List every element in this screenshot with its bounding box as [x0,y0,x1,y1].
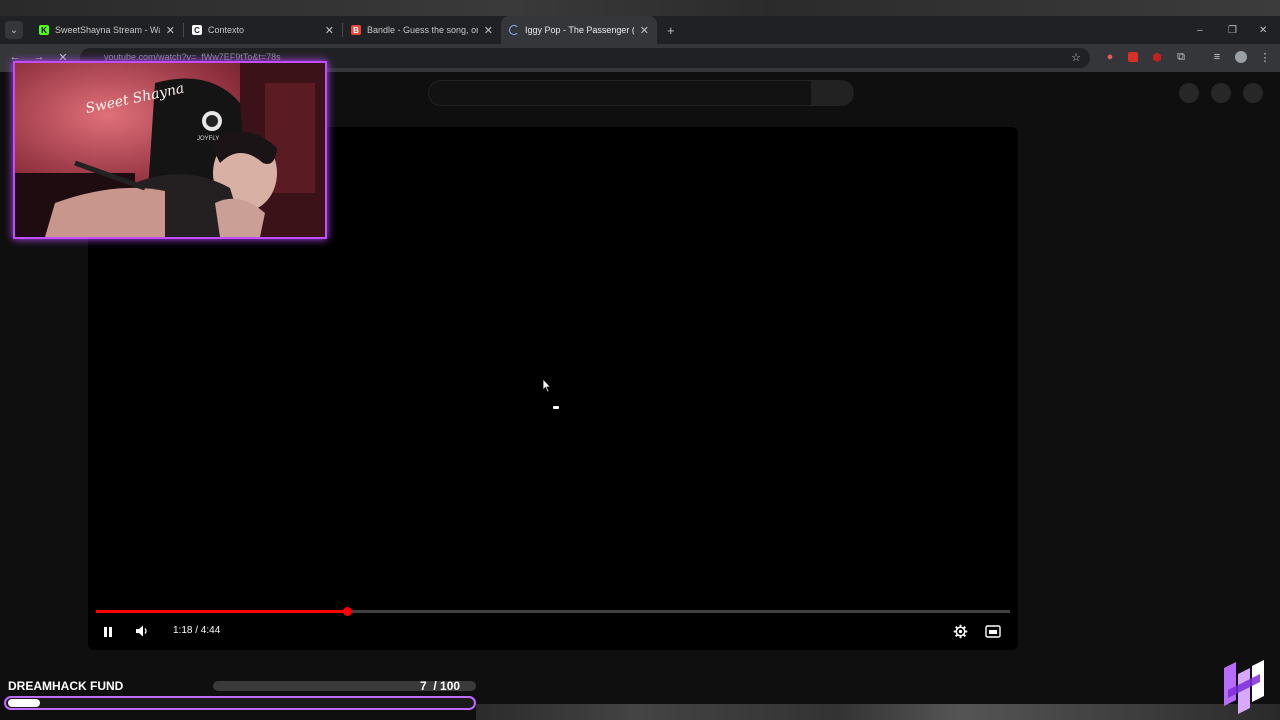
mouse-cursor-icon [542,378,552,393]
tab-close-icon[interactable]: ✕ [640,24,649,37]
theater-mode-button[interactable] [985,625,1001,638]
account-avatar[interactable] [1243,83,1263,103]
tab-sweetshayna[interactable]: K SweetShayna Stream - Watch L ✕ [31,16,183,44]
mute-button[interactable] [135,624,149,638]
fund-progress-bar [4,696,476,710]
loading-indicator [553,406,559,409]
extensions-puzzle-icon[interactable]: ⧉ [1174,50,1188,64]
youtube-search-button[interactable] [812,80,854,106]
bookmark-star-icon[interactable]: ☆ [1069,50,1083,64]
tab-close-icon[interactable]: ✕ [484,24,493,37]
fund-current: 7 [420,679,427,693]
tab-contexto[interactable]: C Contexto ✕ [184,16,342,44]
fund-progress-count: 7 / 100 [420,679,461,693]
bandle-favicon-icon: B [351,25,361,35]
tab-iggy-pop-active[interactable]: Iggy Pop - The Passenger (Offic ✕ [501,16,657,44]
tab-search-chevron-icon[interactable]: ⌄ [5,21,23,39]
notifications-icon[interactable] [1211,83,1231,103]
progress-scrubber-handle[interactable] [343,607,353,616]
fund-progress-fill [8,699,41,707]
tab-close-icon[interactable]: ✕ [325,24,334,37]
tab-label: SweetShayna Stream - Watch L [55,25,160,35]
volume-icon [136,625,147,637]
progress-bar-played [96,610,348,613]
theater-mode-icon [985,625,1001,638]
team-logo-icon [1224,660,1264,714]
media-controls-icon[interactable]: ≡ [1210,50,1224,64]
pause-button[interactable] [102,625,114,639]
loading-spinner-icon [509,25,519,35]
fund-goal: 100 [440,679,461,693]
settings-icon [953,624,968,639]
stream-overlay-bottom-strip [476,704,1280,720]
kick-favicon-icon: K [39,25,49,35]
browser-menu-kebab-icon[interactable]: ⋮ [1258,50,1272,64]
stream-screen: ⌄ K SweetShayna Stream - Watch L ✕ C Con… [0,0,1280,720]
fund-title: DREAMHACK FUND [8,679,124,693]
create-icon[interactable] [1179,83,1199,103]
browser-tab-strip: ⌄ K SweetShayna Stream - Watch L ✕ C Con… [0,16,1280,44]
chair-brand-text: JOYFLY [197,136,219,142]
webcam-feed-image: Sweet Shayna JOYFLY [15,63,325,237]
minimize-icon[interactable]: – [1197,16,1203,44]
settings-button[interactable] [953,624,968,639]
stream-overlay-top-strip [0,0,1280,16]
contexto-favicon-icon: C [192,25,202,35]
webcam-overlay: Sweet Shayna JOYFLY [13,61,327,239]
extension-lastpass-icon[interactable]: ● [1103,50,1117,64]
progress-bar[interactable] [96,607,1010,616]
restore-icon[interactable]: ❐ [1228,16,1237,44]
tab-label: Contexto [208,25,245,35]
tab-bandle[interactable]: B Bandle - Guess the song, one i ✕ [343,16,501,44]
new-tab-plus-icon[interactable]: + [667,23,675,38]
youtube-search-input[interactable] [428,80,812,106]
tab-close-icon[interactable]: ✕ [166,24,175,37]
pause-icon [104,627,112,637]
tab-label: Iggy Pop - The Passenger (Offic [525,25,634,35]
profile-avatar-icon[interactable] [1234,50,1248,64]
tab-label: Bandle - Guess the song, one i [367,25,478,35]
video-time-display: 1:18 / 4:44 [173,625,221,636]
close-window-icon[interactable]: ✕ [1259,16,1267,44]
extension-red-icon[interactable] [1126,50,1140,64]
extension-adblock-icon[interactable]: ⬢ [1150,50,1164,64]
